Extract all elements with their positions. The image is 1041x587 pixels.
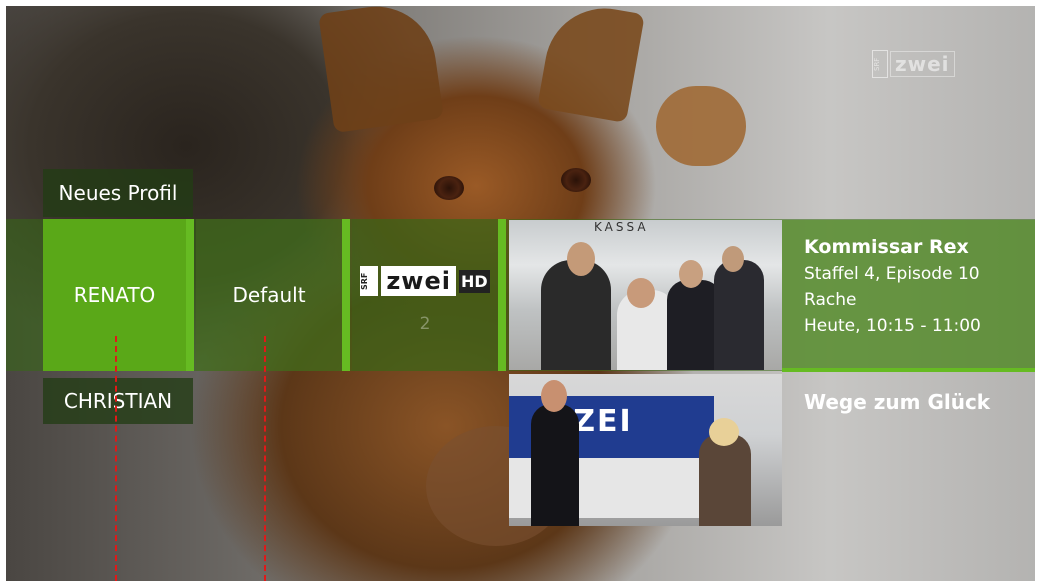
profile-tile-default[interactable]: Default xyxy=(196,219,342,371)
tile-divider xyxy=(342,219,350,371)
program-title: Kommissar Rex xyxy=(804,236,969,258)
channel-name: zwei xyxy=(381,266,456,296)
tile-divider xyxy=(186,219,194,371)
srf-logo: SRF xyxy=(360,266,379,296)
next-program-title: Wege zum Glück xyxy=(804,390,991,414)
highlight-marker-line xyxy=(264,336,266,581)
tile-divider xyxy=(498,219,506,371)
now-playing-thumbnail[interactable]: KASSA xyxy=(509,220,782,370)
thumbnail-sign: KASSA xyxy=(594,220,649,234)
program-subtitle: Rache xyxy=(804,290,857,310)
new-profile-button[interactable]: Neues Profil xyxy=(43,169,193,217)
channel-tile[interactable]: SRF zwei HD 2 xyxy=(352,219,498,371)
now-playing-info: Kommissar Rex Staffel 4, Episode 10 Rach… xyxy=(782,220,1035,372)
hd-badge: HD xyxy=(458,269,490,293)
channel-watermark-logo: SRF zwei xyxy=(872,50,955,78)
srf-logo: SRF xyxy=(872,50,888,78)
channel-name: zwei xyxy=(890,51,955,77)
program-episode: Staffel 4, Episode 10 xyxy=(804,264,980,284)
next-program-thumbnail[interactable]: LIZEI xyxy=(509,374,782,526)
channel-number: 2 xyxy=(419,314,431,334)
tv-screen: SRF zwei Neues Profil RENATO Default SRF… xyxy=(6,6,1035,581)
profile-christian[interactable]: CHRISTIAN xyxy=(43,378,193,424)
progress-bar xyxy=(782,368,1035,372)
program-time: Heute, 10:15 - 11:00 xyxy=(804,316,981,336)
channel-tile-logo: SRF zwei HD xyxy=(360,266,490,296)
highlight-marker-line xyxy=(115,336,117,581)
